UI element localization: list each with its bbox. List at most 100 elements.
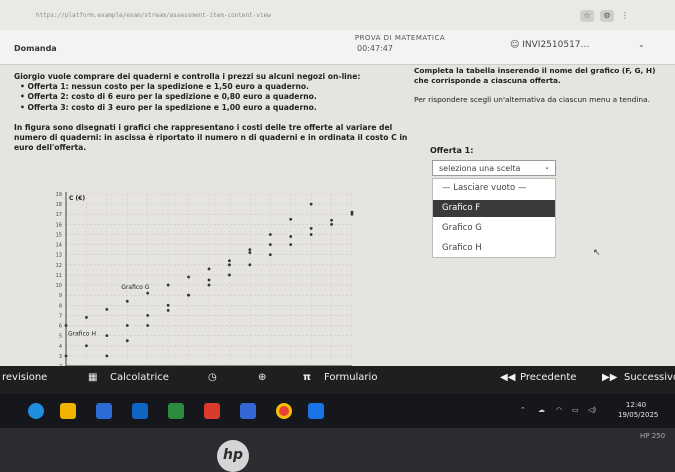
y-tick-label: 11 <box>56 273 62 279</box>
data-point <box>330 218 333 222</box>
file-explorer-icon[interactable] <box>60 403 76 419</box>
data-point <box>64 354 68 358</box>
successivo-button[interactable]: Successivo <box>624 372 675 383</box>
data-point <box>248 263 252 267</box>
powerpoint-icon[interactable] <box>204 403 220 419</box>
data-point <box>166 283 170 287</box>
revisione-button[interactable]: revisione <box>2 372 47 383</box>
browser-bar: https://platform.example/exam/stream/ass… <box>0 0 675 31</box>
data-point <box>166 308 170 312</box>
user-id-label: INVI2510517… <box>522 40 590 50</box>
excel-icon[interactable] <box>168 403 184 419</box>
data-point <box>207 283 211 287</box>
data-point <box>105 334 109 338</box>
data-point <box>125 339 129 343</box>
dropdown-option-grafico-h[interactable]: Grafico H <box>433 240 555 257</box>
data-point <box>105 307 109 311</box>
y-tick-label: 12 <box>56 263 62 269</box>
y-tick-label: 9 <box>59 293 62 299</box>
exam-title: PROVA DI MATEMATICA <box>354 34 446 42</box>
cost-chart: 2345678910111213141516171819C (€)Grafico… <box>56 192 354 368</box>
y-tick-label: 5 <box>59 334 62 340</box>
taskbar-clock[interactable]: 12:40 19/05/2025 <box>618 400 659 420</box>
data-point <box>350 212 354 216</box>
precedente-button[interactable]: Precedente <box>520 372 576 383</box>
data-point <box>125 324 129 327</box>
user-id[interactable]: ☺ INVI2510517… <box>510 40 590 50</box>
hp-logo: hp <box>217 440 249 472</box>
data-point <box>268 233 272 236</box>
mouse-cursor-icon: ↖ <box>593 248 601 258</box>
dropdown-option-empty[interactable]: — Lasciare vuoto — <box>433 180 555 197</box>
pi-icon: π <box>303 372 311 383</box>
question-label: Domanda <box>14 44 57 53</box>
data-point <box>289 217 293 221</box>
exam-toolbar: revisione ▦ Calcolatrice ◷ ⊕ π Formulari… <box>0 366 675 394</box>
y-tick-label: 16 <box>56 222 62 228</box>
clock-time: 12:40 <box>625 401 647 409</box>
data-point <box>166 303 170 307</box>
add-circle-icon[interactable]: ⊕ <box>258 372 266 383</box>
kebab-menu-icon[interactable]: ⋮ <box>620 10 630 22</box>
chevron-down-icon: ⌄ <box>544 163 550 171</box>
calculator-icon: ▦ <box>88 372 98 383</box>
data-point <box>228 263 231 267</box>
chevron-down-icon[interactable]: ⌄ <box>638 40 645 49</box>
dropdown-option-grafico-g[interactable]: Grafico G <box>433 220 555 237</box>
series-label-g: Grafico G <box>121 284 149 291</box>
data-point <box>309 227 313 230</box>
offer-item-1: • Offerta 1: nessun costo per la spedizi… <box>20 82 309 92</box>
figure-description: In figura sono disegnati i grafici che r… <box>14 122 408 153</box>
y-tick-label: 8 <box>59 303 62 309</box>
y-axis-label: C (€) <box>69 195 85 202</box>
y-tick-label: 14 <box>56 243 62 249</box>
data-point <box>187 293 190 297</box>
data-point <box>309 233 313 236</box>
clock-date: 19/05/2025 <box>618 411 659 419</box>
cloud-icon[interactable]: ☁ <box>538 406 545 414</box>
laptop-bezel <box>0 428 675 461</box>
series-label-h: Grafico H <box>68 331 96 338</box>
edge-icon[interactable] <box>28 403 44 419</box>
battery-icon[interactable]: ▭ <box>572 406 579 414</box>
offer-1-dropdown: — Lasciare vuoto — Grafico F Grafico G G… <box>432 178 556 258</box>
y-tick-label: 19 <box>56 192 62 198</box>
data-point <box>187 275 190 279</box>
screen: https://platform.example/exam/stream/ass… <box>0 0 675 428</box>
data-point <box>105 354 109 358</box>
wifi-icon[interactable]: ◠ <box>556 406 562 414</box>
exam-timer: 00:47:47 <box>357 44 393 53</box>
formulario-button[interactable]: Formulario <box>324 372 377 383</box>
y-tick-label: 3 <box>59 354 62 360</box>
url-field[interactable]: https://platform.example/exam/stream/ass… <box>36 12 556 20</box>
data-point <box>146 291 150 295</box>
data-point <box>330 222 333 226</box>
offer-1-label: Offerta 1: <box>430 146 474 155</box>
offer-item-3: • Offerta 3: costo di 3 euro per la sped… <box>20 102 317 112</box>
calendar-icon[interactable] <box>240 403 256 419</box>
extension-icon[interactable]: ⚙ <box>600 10 614 22</box>
store-icon[interactable] <box>96 403 112 419</box>
y-tick-label: 18 <box>56 202 62 208</box>
infinity-app-icon[interactable] <box>308 403 324 419</box>
offer-1-select[interactable]: seleziona una scelta ⌄ <box>432 160 556 176</box>
volume-icon[interactable]: ◁) <box>588 406 596 414</box>
data-point <box>289 243 293 246</box>
data-point <box>85 344 88 348</box>
user-icon: ☺ <box>510 40 523 50</box>
instructions: Completa la tabella inserendo il nome de… <box>414 66 664 105</box>
tray-chevron-icon[interactable]: ⌃ <box>520 406 526 414</box>
exam-header: PROVA DI MATEMATICA 00:47:47 ☺ INVI25105… <box>0 30 675 65</box>
select-placeholder: seleziona una scelta <box>439 164 521 173</box>
data-point <box>228 259 231 263</box>
chrome-icon[interactable] <box>276 403 292 419</box>
data-point <box>228 273 231 277</box>
calcolatrice-button[interactable]: Calcolatrice <box>110 372 169 383</box>
star-icon[interactable]: ☆ <box>580 10 594 22</box>
outlook-icon[interactable] <box>132 403 148 419</box>
data-point <box>207 278 211 282</box>
clock-icon[interactable]: ◷ <box>208 372 217 383</box>
next-icon: ▶▶ <box>602 372 618 383</box>
data-point <box>64 324 68 327</box>
dropdown-option-grafico-f[interactable]: Grafico F <box>433 200 555 217</box>
